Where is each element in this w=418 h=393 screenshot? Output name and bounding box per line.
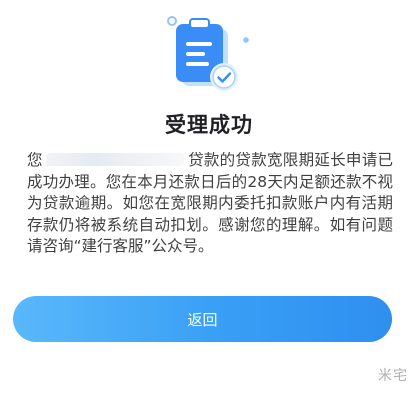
back-button[interactable]: 返回: [13, 296, 392, 342]
watermark: 米宅: [378, 368, 408, 384]
redacted-account-info: [45, 153, 184, 166]
clipboard-check-icon: [167, 16, 249, 91]
result-message: 您贷款的贷款宽限期延长申请已成功办理。您在本月还款日后的28天内足额还款不视为贷…: [27, 150, 393, 258]
message-body: 贷款的贷款宽限期延长申请已成功办理。您在本月还款日后的28天内足额还款不视为贷款…: [27, 151, 393, 255]
page-title: 受理成功: [165, 113, 253, 137]
success-illustration: [0, 0, 418, 112]
message-prefix: 您: [27, 151, 43, 169]
